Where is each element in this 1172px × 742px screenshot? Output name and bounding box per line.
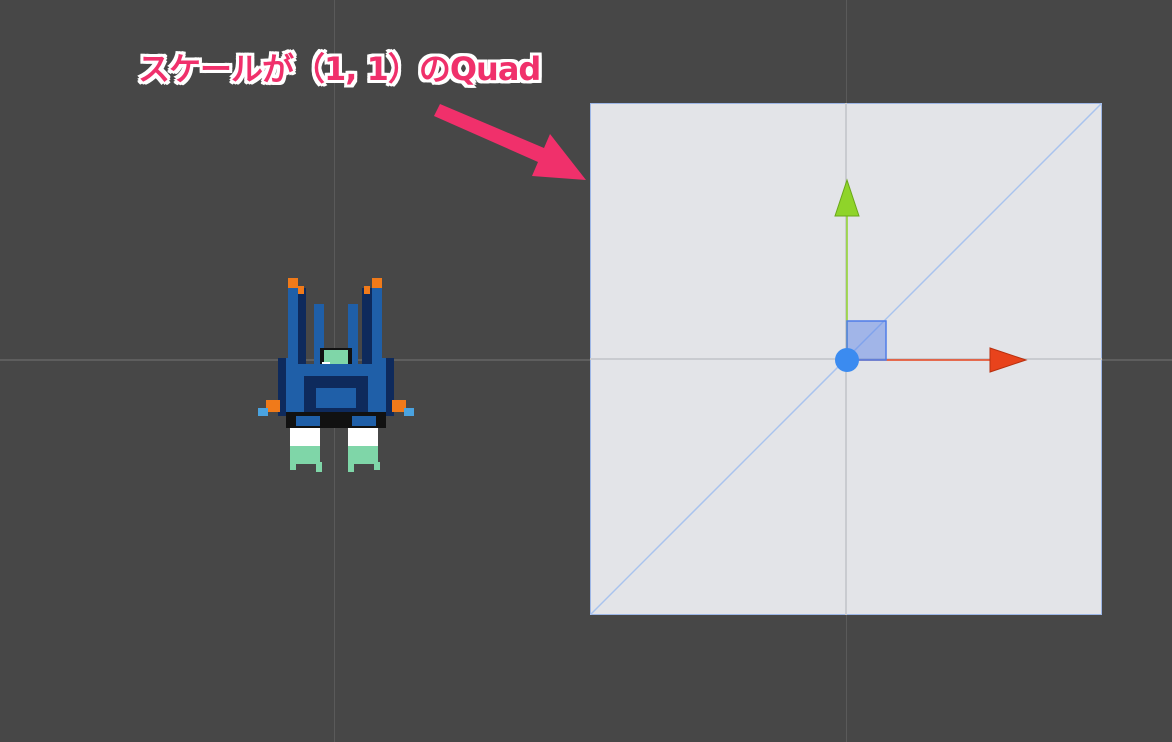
scene-view[interactable]: スケールが（1, 1）のQuad (0, 0, 1172, 742)
annotation-label: スケールが（1, 1）のQuad (138, 50, 541, 88)
move-gizmo[interactable] (780, 170, 1040, 390)
robot-sprite-icon[interactable] (256, 276, 416, 476)
pivot-center-icon[interactable] (835, 348, 859, 372)
annotation-arrow-icon (434, 104, 586, 180)
